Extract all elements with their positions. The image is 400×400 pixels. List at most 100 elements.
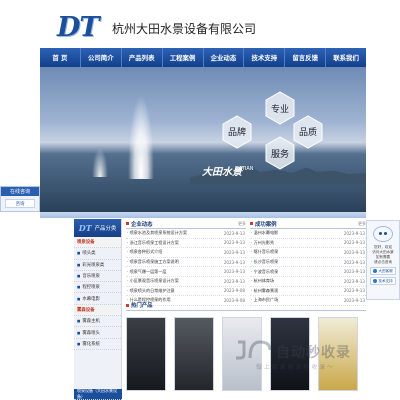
case-item-title[interactable]: 长沙音乐喷泉 xyxy=(251,259,279,265)
case-item-title[interactable]: 宁波音乐喷泉 xyxy=(251,269,279,275)
case-item-date: 2023-9-13 xyxy=(343,278,365,284)
news-item[interactable]: 喷泉气爆一层第一层 2023-9-13 xyxy=(126,267,246,277)
news-item-title[interactable]: 喷泉音乐喷泉施工方案说明 xyxy=(127,259,179,265)
product-thumbnail[interactable] xyxy=(270,317,310,391)
nav-support[interactable]: 技术支持 xyxy=(244,48,286,67)
case-item[interactable]: 杭州雾森景观 2023-9-13 xyxy=(250,287,366,297)
nav-contact[interactable]: 联系我们 xyxy=(326,48,366,67)
news-column: 企业动态 更多 喷泉水池及其喷泉系统设计方案 2023-9-13 浙江音乐喷泉工程… xyxy=(126,219,246,306)
company-name: 杭州大田水景设备有限公司 xyxy=(112,22,257,36)
hex-label-brand: 品牌 xyxy=(228,126,246,138)
cases-column: 成功案例 更多 温州水幕电影 2023-9-13 万州光影秀 2023-9-13 喀… xyxy=(250,219,366,306)
news-item[interactable]: 喷泉音乐喷泉施工方案说明 2023-9-13 xyxy=(126,258,246,268)
case-item[interactable]: 温州水幕电影 2023-9-13 xyxy=(250,229,366,239)
case-item-title[interactable]: 温州水幕电影 xyxy=(251,230,279,236)
category-item-program-fountain[interactable]: 程控喷泉 xyxy=(74,282,121,294)
case-item[interactable]: 万州光影秀 2023-9-13 xyxy=(250,239,366,249)
category-item-bottom[interactable]: 喷泉设备（大田水景设备） xyxy=(74,388,122,400)
service-face-icon xyxy=(373,226,393,242)
news-item-title[interactable]: 小区景观音乐喷泉设计方案 xyxy=(127,278,179,284)
consult-button[interactable]: 咨询 xyxy=(5,199,35,208)
case-item-title[interactable]: 杭州雾森景观 xyxy=(251,288,279,294)
category-header: DT 产品分类 xyxy=(74,219,121,237)
case-item-title[interactable]: 万州光影秀 xyxy=(251,240,274,246)
service-button-1[interactable]: 大田客服 xyxy=(370,267,396,275)
case-item-title[interactable]: 喀什音乐喷泉 xyxy=(251,249,279,255)
news-more-link[interactable]: 更多 xyxy=(238,221,246,227)
news-item-title[interactable]: 喷泉各种形式介绍 xyxy=(127,249,163,255)
nav-home[interactable]: 首 页 xyxy=(40,48,81,67)
case-item-date: 2023-9-13 xyxy=(343,230,365,236)
cases-more-link[interactable]: 更多 xyxy=(358,221,366,227)
case-item-date: 2023-9-13 xyxy=(343,249,365,255)
customer-service-panel: 您好，欢迎 访问大田水景 如有需要 请点击咨询 大田客服 技术支持 xyxy=(366,220,400,300)
hot-products-section: 热门产品 xyxy=(126,300,366,400)
hex-label-quality: 品质 xyxy=(299,126,317,138)
news-header: 企业动态 更多 xyxy=(126,219,246,229)
case-item-date: 2023-9-13 xyxy=(343,269,365,275)
category-item-mist-system[interactable]: 雾化系统 xyxy=(74,339,121,350)
news-item-title[interactable]: 喷泉喷头的日常维护注意 xyxy=(127,288,175,294)
product-thumbnail[interactable] xyxy=(318,317,358,391)
product-thumbnail[interactable] xyxy=(126,317,166,391)
news-item-date: 2023-9-13 xyxy=(223,278,245,284)
case-item-date: 2023-9-13 xyxy=(343,259,365,265)
category-item-mist-host[interactable]: 雾森主机 xyxy=(74,316,121,328)
hex-label-service: 服务 xyxy=(271,148,289,160)
hexagon-pro: 专业 xyxy=(265,91,295,125)
category-item-mist-equipment[interactable]: 雾森设备 xyxy=(74,304,121,317)
chat-bubble-icon xyxy=(373,269,378,273)
cases-header: 成功案例 更多 xyxy=(250,219,366,229)
news-item-date: 2023-9-13 xyxy=(223,269,245,275)
category-item-nozzles[interactable]: 喷头类 xyxy=(74,248,121,260)
news-item-date: 2023-9-08 xyxy=(223,288,245,294)
banner-divider-strip xyxy=(40,212,366,218)
news-title: 企业动态 xyxy=(126,220,153,228)
news-item[interactable]: 喷泉喷头的日常维护注意 2023-9-08 xyxy=(126,287,246,297)
chat-bubble-icon xyxy=(373,279,378,283)
news-item[interactable]: 小区景观音乐喷泉设计方案 2023-9-13 xyxy=(126,277,246,287)
news-item-date: 2023-9-13 xyxy=(223,259,245,265)
service-button-label: 大田客服 xyxy=(378,268,393,273)
nav-about[interactable]: 公司简介 xyxy=(81,48,122,67)
hot-products-title: 热门产品 xyxy=(126,300,366,311)
service-button-2[interactable]: 技术支持 xyxy=(370,277,396,285)
product-thumbnail[interactable] xyxy=(174,317,214,391)
case-item[interactable]: 长沙音乐喷泉 2023-9-13 xyxy=(250,258,366,268)
nav-news[interactable]: 企业动态 xyxy=(204,48,245,67)
service-message: 您好，欢迎 访问大田水景 如有需要 请点击咨询 xyxy=(367,245,399,265)
category-title: 产品分类 xyxy=(94,226,117,232)
cases-title: 成功案例 xyxy=(250,220,277,228)
nav-products[interactable]: 产品列表 xyxy=(122,48,163,67)
nav-feedback[interactable]: 留言反馈 xyxy=(285,48,327,67)
news-item[interactable]: 浙江音乐喷泉工程设计方案 2023-9-13 xyxy=(126,239,246,249)
service-button-label: 技术支持 xyxy=(378,278,393,283)
case-item-title[interactable]: 杭州体育场 xyxy=(251,278,274,284)
category-item-music-fountain[interactable]: 音乐喷泉 xyxy=(74,271,121,283)
service-line: 请点击咨询 xyxy=(374,260,392,264)
case-item[interactable]: 喀什音乐喷泉 2023-9-13 xyxy=(250,248,366,258)
category-item-fountain-equipment[interactable]: 喷泉设备 xyxy=(74,237,121,249)
category-item-water-screen[interactable]: 水幕电影 xyxy=(74,293,121,305)
case-item[interactable]: 宁波音乐喷泉 2023-9-13 xyxy=(250,267,366,277)
product-thumbnail[interactable] xyxy=(222,317,262,391)
online-consult-panel[interactable]: 在线咨询 咨询 xyxy=(0,186,40,212)
banner-brand-sub: DATIAN xyxy=(235,166,254,172)
category-item-color-fountain[interactable]: 彩光喷泉类 xyxy=(74,260,121,271)
case-item-date: 2023-9-13 xyxy=(343,240,365,246)
feature-hexagons: 品牌 专业 品质 服务 xyxy=(222,91,323,170)
category-item-mist-nozzle[interactable]: 雾森喷头 xyxy=(74,327,121,339)
hot-products-gallery xyxy=(126,311,366,391)
dt-logo[interactable]: DT xyxy=(57,12,100,43)
hexagon-quality: 品质 xyxy=(293,115,323,149)
online-consult-title: 在线咨询 xyxy=(1,187,39,196)
hexagon-service: 服务 xyxy=(265,136,295,170)
news-item-title[interactable]: 喷泉气爆一层第一层 xyxy=(127,269,167,275)
nav-cases[interactable]: 工程案例 xyxy=(163,48,204,67)
case-item[interactable]: 杭州体育场 2023-9-13 xyxy=(250,277,366,287)
news-item[interactable]: 喷泉各种形式介绍 2023-9-13 xyxy=(126,248,246,258)
news-item-title[interactable]: 喷泉水池及其喷泉系统设计方案 xyxy=(127,230,187,236)
news-item-title[interactable]: 浙江音乐喷泉工程设计方案 xyxy=(127,240,179,246)
main-nav: 首 页 公司简介 产品列表 工程案例 企业动态 技术支持 留言反馈 联系我们 xyxy=(40,48,366,67)
news-item[interactable]: 喷泉水池及其喷泉系统设计方案 2023-9-13 xyxy=(126,229,246,239)
